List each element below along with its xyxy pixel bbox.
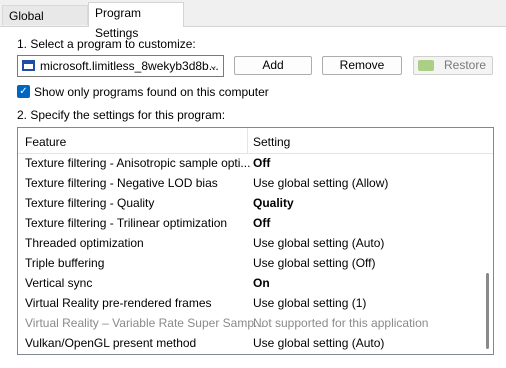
- feature-name: Virtual Reality – Variable Rate Super Sa…: [25, 316, 265, 330]
- setting-value[interactable]: Use global setting (Auto): [253, 236, 384, 250]
- setting-value[interactable]: Use global setting (Auto): [253, 336, 384, 350]
- feature-name: Triple buffering: [25, 256, 105, 270]
- table-row[interactable]: Vertical sync On: [18, 273, 480, 293]
- setting-value[interactable]: Off: [253, 216, 270, 230]
- feature-name: Vulkan/OpenGL present method: [25, 336, 197, 350]
- chevron-down-icon[interactable]: ⌄: [209, 59, 218, 72]
- feature-name: Texture filtering - Negative LOD bias: [25, 176, 218, 190]
- setting-value[interactable]: On: [253, 276, 270, 290]
- setting-value[interactable]: Use global setting (Allow): [253, 176, 388, 190]
- settings-grid: Feature Setting Texture filtering - Anis…: [17, 127, 494, 355]
- show-only-label[interactable]: Show only programs found on this compute…: [34, 85, 269, 99]
- feature-name: Texture filtering - Quality: [25, 196, 155, 210]
- feature-name: Threaded optimization: [25, 236, 144, 250]
- column-header-feature[interactable]: Feature: [25, 135, 66, 149]
- settings-tabstrip: Global Settings Program Settings: [0, 0, 506, 43]
- setting-value[interactable]: Use global setting (1): [253, 296, 366, 310]
- app-window-icon: [22, 60, 35, 71]
- restore-button-label: Restore: [444, 58, 487, 72]
- column-header-setting[interactable]: Setting: [253, 135, 290, 149]
- feature-name: Texture filtering - Anisotropic sample o…: [25, 156, 251, 170]
- setting-value[interactable]: Off: [253, 156, 270, 170]
- program-select[interactable]: microsoft.limitless_8wekyb3d8b... ⌄: [17, 55, 224, 77]
- restore-button[interactable]: Restore: [413, 56, 493, 75]
- table-row[interactable]: Vulkan/OpenGL present method Use global …: [18, 333, 480, 353]
- table-row: Virtual Reality – Variable Rate Super Sa…: [18, 313, 480, 333]
- program-select-value: microsoft.limitless_8wekyb3d8b...: [40, 59, 219, 73]
- nvidia-logo-icon: [418, 60, 434, 71]
- table-row[interactable]: Texture filtering - Negative LOD bias Us…: [18, 173, 480, 193]
- setting-value[interactable]: Use global setting (Off): [253, 256, 376, 270]
- add-button[interactable]: Add: [234, 56, 312, 75]
- column-divider[interactable]: [247, 128, 248, 153]
- step2-label: 2. Specify the settings for this program…: [17, 108, 226, 122]
- feature-name: Virtual Reality pre-rendered frames: [25, 296, 212, 310]
- tab-program-settings[interactable]: Program Settings: [88, 2, 184, 40]
- table-row[interactable]: Threaded optimization Use global setting…: [18, 233, 480, 253]
- setting-value: Not supported for this application: [253, 316, 429, 330]
- setting-value[interactable]: Quality: [253, 196, 294, 210]
- table-row[interactable]: Texture filtering - Anisotropic sample o…: [18, 153, 480, 173]
- table-row[interactable]: Virtual Reality pre-rendered frames Use …: [18, 293, 480, 313]
- show-only-checkbox[interactable]: ✓: [17, 85, 30, 98]
- scrollbar-thumb[interactable]: [486, 273, 489, 349]
- table-row[interactable]: Texture filtering - Quality Quality: [18, 193, 480, 213]
- table-row[interactable]: Texture filtering - Trilinear optimizati…: [18, 213, 480, 233]
- feature-name: Texture filtering - Trilinear optimizati…: [25, 216, 228, 230]
- grid-header: Feature Setting: [18, 128, 493, 154]
- remove-button[interactable]: Remove: [322, 56, 402, 75]
- feature-name: Vertical sync: [25, 276, 93, 290]
- table-row[interactable]: Triple buffering Use global setting (Off…: [18, 253, 480, 273]
- tab-global-settings[interactable]: Global Settings: [2, 5, 88, 43]
